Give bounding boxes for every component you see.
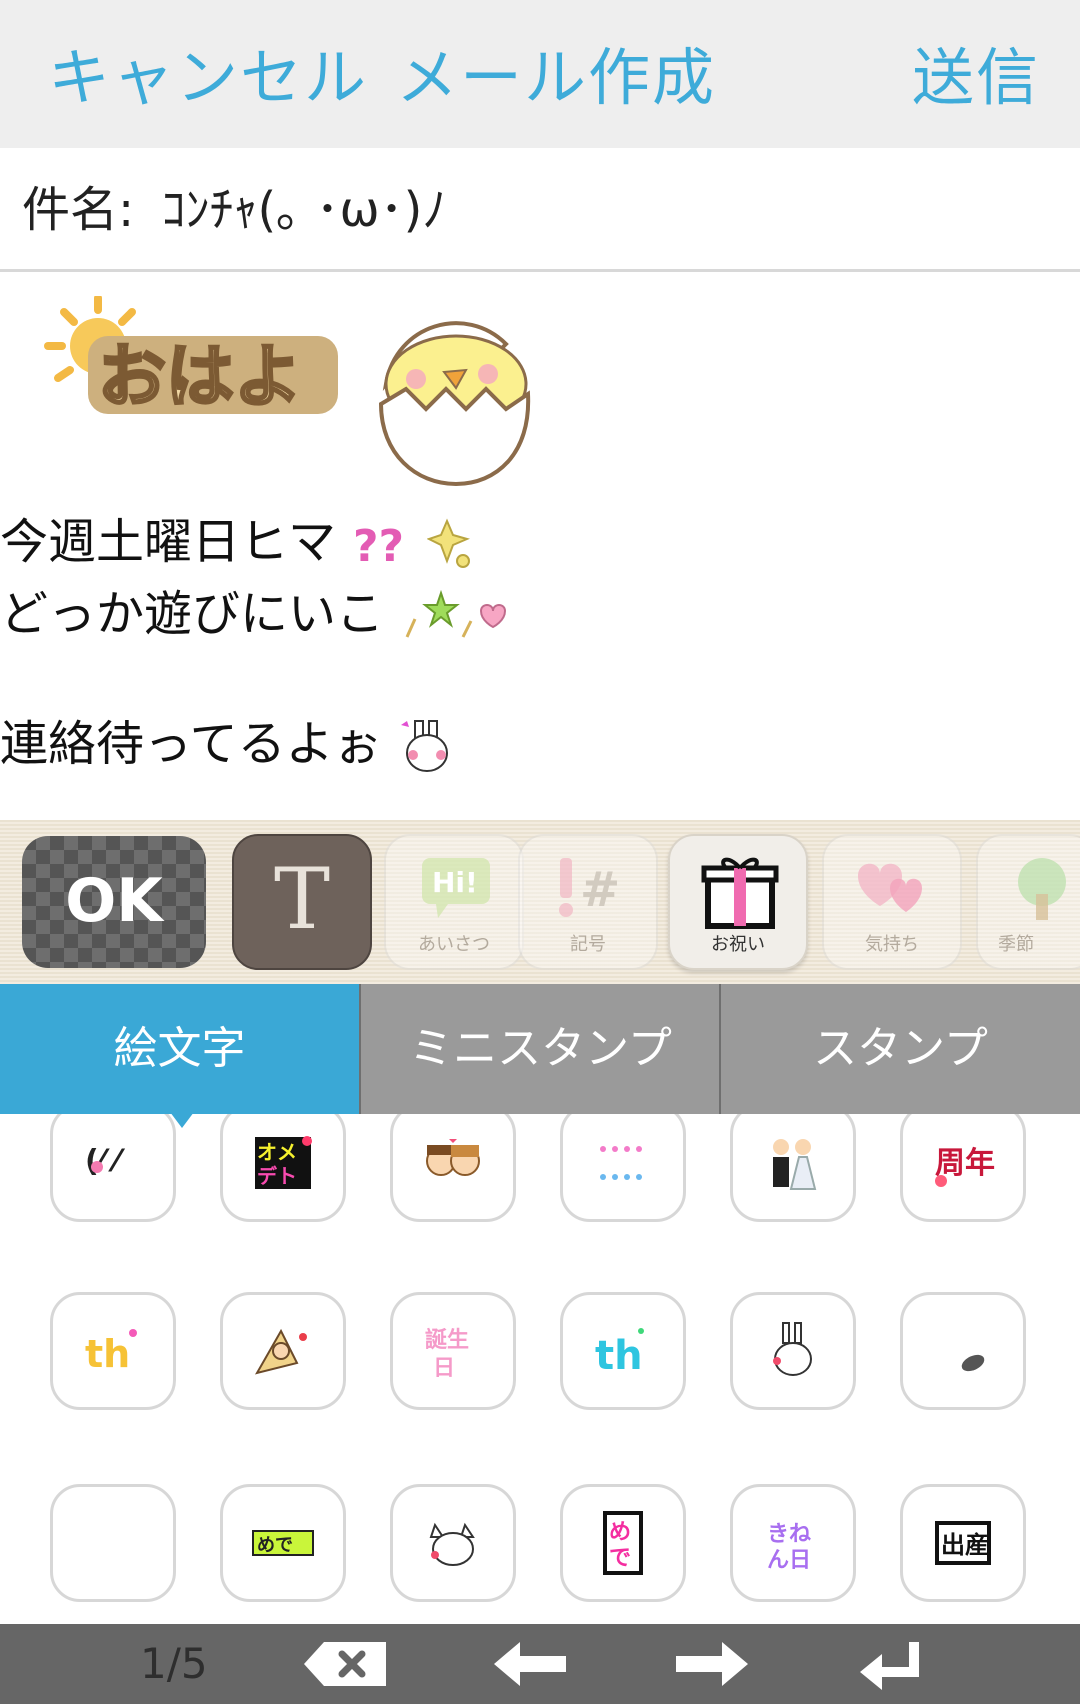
subject-row: 件名: ｺﾝﾁｬ(｡ ･ω･)ﾉ [22,178,446,242]
svg-text:きね: きね [767,1522,811,1547]
body-line-text: どっか遊びにいこ [0,586,385,642]
symbols-icon: # [559,858,620,918]
svg-text:おはよ: おはよ [98,338,302,417]
category-aisatsu[interactable]: Hi! あいさつ [384,834,524,970]
category-label: あいさつ [418,934,490,955]
svg-text:(⁄ ⁄: (⁄ ⁄ [85,1144,125,1179]
white-cat-emoji[interactable] [390,1484,516,1602]
svg-text:オメ: オメ [257,1140,297,1164]
category-kisetsu[interactable]: 季節 [976,834,1080,970]
subject-label: 件名: [22,182,135,238]
shussan-emoji[interactable]: 出産 [900,1484,1026,1602]
svg-text:デト: デト [257,1164,297,1188]
svg-text:#: # [580,862,620,918]
category-label: 気持ち [865,934,919,955]
body-line-4: 連絡待ってるよぉ [0,712,459,777]
body-line-text: 連絡待ってるよぉ [0,716,382,772]
emoji-grid: (⁄ ⁄ オメ デト 周年 th 誕生日 th めで めで きねん日 出産 [0,1114,1080,1624]
backspace-icon[interactable] [300,1636,390,1692]
svg-text:周年: 周年 [935,1146,995,1181]
thanks-rainbow-emoji[interactable]: th [50,1292,176,1410]
thanks-cyan-emoji[interactable]: th [560,1292,686,1410]
ok-button-label: OK [65,866,163,936]
blank-emoji[interactable] [50,1484,176,1602]
anniversary-emoji[interactable]: 周年 [900,1114,1026,1222]
enter-icon[interactable] [856,1636,926,1692]
subject-field[interactable]: 件名: ｺﾝﾁｬ(｡ ･ω･)ﾉ [0,148,1080,272]
arrow-left-icon[interactable] [490,1636,570,1692]
send-button[interactable]: 送信 [912,38,1040,118]
category-oiwai[interactable]: お祝い [668,834,808,970]
arrow-right-icon[interactable] [672,1636,752,1692]
body-line-1: 今週土曜日ヒマ ?? [0,510,475,574]
gift-icon [701,857,779,929]
couple-emoji[interactable] [390,1114,516,1222]
svg-text:th: th [595,1333,643,1379]
category-label: 季節 [998,934,1034,955]
ohayo-sun-sticker: おはよ [44,296,338,419]
tab-mini-stamp[interactable]: ミニスタンプ [361,984,720,1114]
emoji-type-tabs: 絵文字 ミニスタンプ スタンプ [0,984,1080,1114]
svg-text:??: ?? [353,521,404,572]
category-kimochi[interactable]: 気持ち [822,834,962,970]
question-marks-icon: ?? [353,521,404,572]
ok-button[interactable]: OK [22,836,206,968]
tab-emoji[interactable]: 絵文字 [0,984,359,1114]
tab-stamp[interactable]: スタンプ [721,984,1080,1114]
sparkle-icon [426,518,470,568]
svg-text:出産: 出産 [941,1531,989,1559]
chick-egg-sticker [378,321,531,487]
keyboard-action-bar: 1/5 [0,1624,1080,1704]
hearts-sparkle-emoji[interactable] [560,1114,686,1222]
category-kigou[interactable]: # 記号 [518,834,658,970]
feather-emoji[interactable] [900,1292,1026,1410]
hi-bubble-icon: Hi! [422,858,490,918]
category-label: 記号 [570,934,606,955]
kinenbi-emoji[interactable]: きね ん日 [730,1484,856,1602]
svg-text:誕生: 誕生 [425,1327,469,1353]
omedeto-vertical-emoji[interactable]: めで [560,1484,686,1602]
svg-text:Hi!: Hi! [432,866,478,899]
message-body[interactable]: おはよ 今週土曜日ヒマ ?? どっか遊びにいこ 連絡待ってるよぉ [0,272,1080,820]
body-line-2: どっか遊びにいこ [0,582,511,646]
text-style-label: T [273,850,331,948]
subject-input[interactable]: ｺﾝﾁｬ(｡ ･ω･)ﾉ [161,182,446,238]
active-tab-pointer [170,1112,194,1128]
app-header: キャンセル メール作成 送信 [0,0,1080,148]
bunny-emoji[interactable] [730,1292,856,1410]
star-heart-icon [405,589,507,638]
party-cracker-emoji[interactable] [220,1292,346,1410]
cancel-button[interactable]: キャンセル [48,38,368,118]
text-style-button[interactable]: T [232,834,372,970]
omedeto-rainbow-emoji[interactable]: オメ デト [220,1114,346,1222]
svg-text:で: で [609,1546,631,1571]
svg-text:日: 日 [433,1356,455,1381]
tree-icon [1018,858,1066,920]
svg-text:めで: めで [257,1535,293,1556]
svg-text:ん日: ん日 [767,1548,811,1573]
blushing-face-emoji[interactable]: (⁄ ⁄ [50,1114,176,1222]
body-line-text: 今週土曜日ヒマ [0,514,337,570]
svg-text:th: th [85,1332,130,1376]
bunny-heart-icon [400,720,448,772]
page-title: メール作成 [396,41,717,114]
emoji-toolbar: OK T Hi! あいさつ # 記号 お祝い 気持ち 季節 [0,820,1080,984]
hearts-icon [858,863,922,912]
svg-text:め: め [609,1520,631,1545]
page-indicator: 1/5 [140,1639,208,1688]
omedeto-banner-emoji[interactable]: めで [220,1484,346,1602]
wedding-couple-emoji[interactable] [730,1114,856,1222]
category-label: お祝い [711,934,765,955]
birthday-text-emoji[interactable]: 誕生日 [390,1292,516,1410]
